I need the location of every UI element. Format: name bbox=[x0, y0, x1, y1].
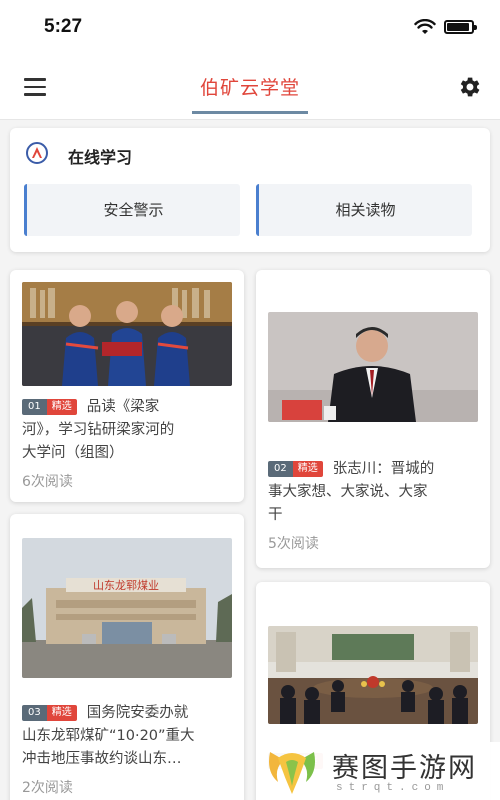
article-title-line: 山东龙郓煤矿“10·20”重大 bbox=[22, 728, 195, 744]
featured-badge: 精选 bbox=[292, 461, 323, 477]
article-title-line: 事大家想、大家说、大家 bbox=[268, 484, 428, 500]
article-number-badge: 03 bbox=[22, 705, 47, 721]
article-title-line: 冲击地压事故约谈山东… bbox=[22, 751, 182, 767]
featured-badge: 精选 bbox=[46, 705, 77, 721]
article-number-badge: 01 bbox=[22, 399, 47, 415]
article-title-line: 大学问（组图） bbox=[22, 445, 124, 461]
featured-badge: 精选 bbox=[46, 399, 77, 415]
title-underline bbox=[192, 111, 308, 114]
watermark-text: 赛图手游网 bbox=[332, 753, 477, 784]
article-card[interactable]: 山东龙郓煤业 03 精选 国务院安委办就 山东龙郓煤矿“10·20”重大 冲击地压事… bbox=[10, 514, 244, 800]
category-related-reading[interactable]: 相关读物 bbox=[256, 184, 472, 236]
battery-icon bbox=[444, 20, 477, 34]
article-title-line: 国务院安委办就 bbox=[86, 705, 189, 721]
article-title-line: 品读《梁家 bbox=[86, 399, 160, 415]
app-logo-icon bbox=[26, 142, 48, 164]
app-header: 伯矿云学堂 bbox=[0, 56, 500, 120]
wifi-icon bbox=[414, 19, 436, 34]
watermark-domain: strqt.com bbox=[336, 782, 450, 794]
article-title-line: 干 bbox=[268, 507, 283, 523]
article-thumbnail bbox=[22, 282, 232, 386]
online-learning-card: 在线学习 安全警示 相关读物 bbox=[10, 128, 490, 252]
watermark: 赛图手游网 strqt.com bbox=[258, 742, 500, 800]
article-card[interactable]: 02 精选 张志川：晋城的 事大家想、大家说、大家 干 5次阅读 bbox=[256, 270, 490, 568]
category-safety-warning[interactable]: 安全警示 bbox=[24, 184, 240, 236]
page-title: 伯矿云学堂 bbox=[199, 77, 300, 99]
status-time: 5:27 bbox=[44, 16, 83, 37]
article-thumbnail bbox=[268, 626, 478, 724]
article-thumbnail bbox=[268, 312, 478, 422]
read-count: 6次阅读 bbox=[22, 474, 73, 490]
article-card[interactable]: 01 精选 品读《梁家 河》，学习钻研梁家河的 大学问（组图） 6次阅读 bbox=[10, 270, 244, 502]
article-number-badge: 02 bbox=[268, 461, 293, 477]
image-sign-text: 山东龙郓煤业 bbox=[93, 579, 159, 592]
article-thumbnail: 山东龙郓煤业 bbox=[22, 538, 232, 678]
article-title-line: 张志川：晋城的 bbox=[332, 461, 435, 477]
online-learning-title: 在线学习 bbox=[68, 148, 133, 167]
read-count: 2次阅读 bbox=[22, 780, 73, 796]
article-title-line: 河》，学习钻研梁家河的 bbox=[22, 422, 175, 438]
gear-icon[interactable] bbox=[456, 74, 482, 100]
read-count: 5次阅读 bbox=[268, 536, 319, 552]
watermark-logo bbox=[269, 752, 315, 794]
status-bar: 5:27 bbox=[0, 0, 500, 56]
